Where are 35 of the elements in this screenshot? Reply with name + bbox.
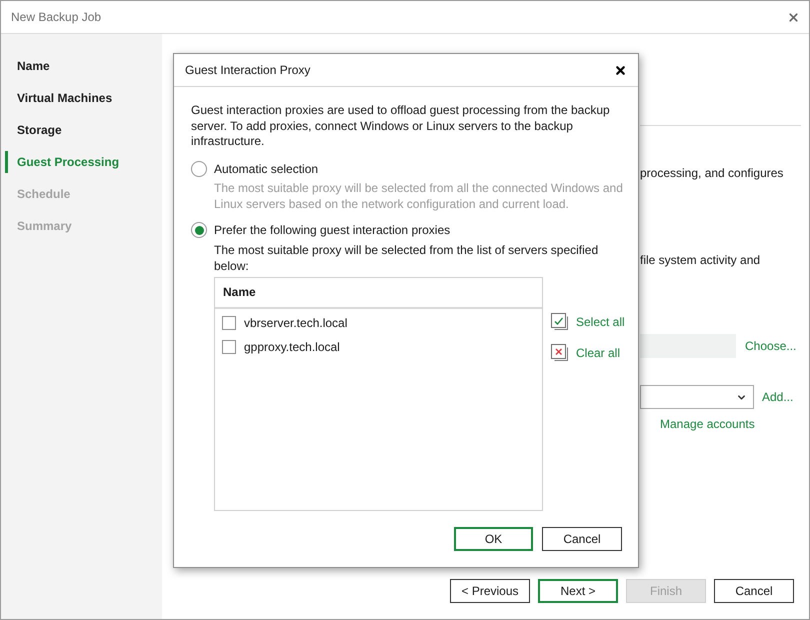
intro-paragraph: Guest interaction proxies are used to offload guest processing from the backup server. To add proxies, connect Windows or Linux servers to the backup infrastructure.: [191, 103, 611, 150]
wizard-button[interactable]: Next >: [538, 579, 618, 603]
wizard-button[interactable]: < Previous: [450, 579, 530, 603]
dialog-button[interactable]: OK: [454, 526, 533, 550]
option-description: The most suitable proxy will be selected from all the connected Windows and Linux servers based on the network configuration and current load.: [213, 180, 624, 212]
sidebar-item[interactable]: Storage: [5, 119, 162, 141]
list-action-link[interactable]: Select all: [576, 312, 625, 330]
dropdown-field[interactable]: [640, 385, 754, 409]
radio-button[interactable]: [191, 161, 207, 177]
checkbox[interactable]: [222, 316, 236, 330]
sidebar-item[interactable]: Virtual Machines: [5, 87, 162, 109]
manage-accounts-link[interactable]: Manage accounts: [660, 417, 755, 432]
server-name: gpproxy.tech.local: [244, 338, 340, 356]
checked-box-icon: [551, 313, 568, 330]
dialog-button[interactable]: Cancel: [542, 526, 622, 550]
sidebar-item[interactable]: Guest Processing: [5, 151, 162, 173]
radio-label[interactable]: Prefer the following guest interaction proxies: [214, 221, 450, 239]
input-field[interactable]: [640, 334, 736, 358]
option-description: The most suitable proxy will be selected from the list of servers specified below:: [213, 242, 600, 274]
window-title: New Backup Job: [11, 9, 102, 26]
description-text: processing, and configures: [640, 166, 784, 181]
checkbox[interactable]: [222, 340, 236, 354]
wizard-button[interactable]: Cancel: [714, 579, 794, 603]
add-link[interactable]: Add...: [762, 388, 794, 406]
crossed-box-icon: [551, 344, 568, 361]
column-header[interactable]: Name: [223, 283, 256, 301]
close-icon[interactable]: [614, 64, 627, 76]
list-action-link[interactable]: Clear all: [576, 344, 620, 362]
server-name: vbrserver.tech.local: [244, 314, 348, 332]
choose-link[interactable]: Choose...: [745, 337, 796, 355]
dialog-title: Guest Interaction Proxy: [185, 62, 310, 79]
radio-button[interactable]: [191, 222, 207, 238]
sidebar-item[interactable]: Name: [5, 55, 162, 77]
description-text: file system activity and: [640, 253, 762, 268]
radio-label[interactable]: Automatic selection: [214, 160, 318, 178]
